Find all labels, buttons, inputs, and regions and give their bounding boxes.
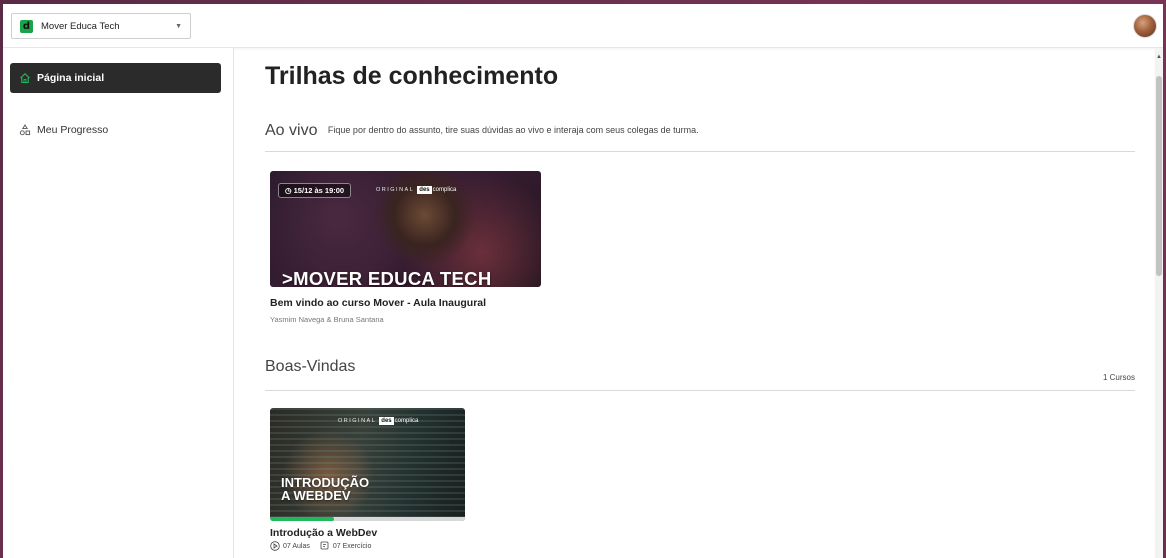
chevron-down-icon: ▼ — [175, 22, 182, 30]
thumbnail-title: >MOVER EDUCA TECH — [282, 268, 492, 287]
course-meta: 07 Aulas 07 Exercício — [270, 541, 465, 551]
sidebar-item-home[interactable]: Página inicial — [10, 63, 221, 93]
shapes-icon — [19, 124, 31, 136]
course-count: 1 Cursos — [1102, 373, 1135, 382]
sidebar-item-label: Página inicial — [37, 72, 105, 84]
welcome-section-title: Boas-Vindas — [265, 358, 356, 375]
top-bar: d Mover Educa Tech ▼ — [3, 4, 1163, 48]
scroll-thumb[interactable] — [1156, 76, 1162, 276]
sidebar: Página inicial Meu Progresso — [3, 48, 234, 558]
sidebar-item-progress[interactable]: Meu Progresso — [10, 115, 221, 145]
thumbnail-title: INTRODUÇÃO A WEBDEV — [281, 475, 370, 503]
card-title[interactable]: Introdução a WebDev — [270, 527, 465, 539]
live-class-card[interactable]: ◷ 15/12 às 19:00 ORIGINAL des complica >MO… — [270, 171, 541, 324]
page-scrollbar[interactable]: ▲ — [1155, 48, 1163, 558]
live-section-header: Ao vivo Fique por dentro do assunto, tir… — [265, 122, 1135, 152]
page-title: Trilhas de conhecimento — [265, 62, 559, 90]
live-section-title: Ao vivo — [265, 122, 318, 139]
exercise-icon — [320, 541, 329, 550]
card-presenters: Yasmim Navega & Bruna Santana — [270, 315, 384, 324]
lessons-count: 07 Aulas — [283, 542, 310, 550]
descomplica-logo-icon: d — [20, 19, 33, 33]
organization-select[interactable]: d Mover Educa Tech ▼ — [11, 13, 191, 39]
scroll-up-icon[interactable]: ▲ — [1156, 54, 1162, 60]
course-progress-bar — [270, 517, 465, 521]
live-section-description: Fique por dentro do assunto, tire suas d… — [327, 125, 699, 135]
clock-icon: ◷ — [285, 186, 292, 195]
card-title[interactable]: Bem vindo ao curso Mover - Aula Inaugura… — [270, 297, 541, 309]
main-content: Trilhas de conhecimento Ao vivo Fique po… — [234, 48, 1163, 558]
welcome-section-header: Boas-Vindas 1 Cursos — [265, 358, 1135, 391]
sidebar-item-label: Meu Progresso — [37, 124, 109, 136]
app-window: d Mover Educa Tech ▼ Página inicial Meu … — [3, 4, 1163, 558]
exercises-count: 07 Exercício — [332, 542, 372, 550]
play-circle-icon — [270, 541, 280, 551]
live-class-thumbnail[interactable]: ◷ 15/12 às 19:00 ORIGINAL des complica >MO… — [270, 171, 541, 287]
course-progress-fill — [270, 517, 335, 521]
brand-watermark: ORIGINAL des complica — [338, 417, 419, 425]
schedule-badge: ◷ 15/12 às 19:00 — [278, 183, 352, 198]
course-card-webdev[interactable]: ORIGINAL des complica INTRODUÇÃO A WEBDEV … — [270, 408, 465, 551]
organization-name: Mover Educa Tech — [41, 20, 120, 32]
course-thumbnail[interactable]: ORIGINAL des complica INTRODUÇÃO A WEBDEV — [270, 408, 465, 521]
user-avatar[interactable] — [1133, 14, 1157, 38]
brand-watermark: ORIGINAL des complica — [376, 186, 457, 194]
home-icon — [20, 73, 30, 84]
